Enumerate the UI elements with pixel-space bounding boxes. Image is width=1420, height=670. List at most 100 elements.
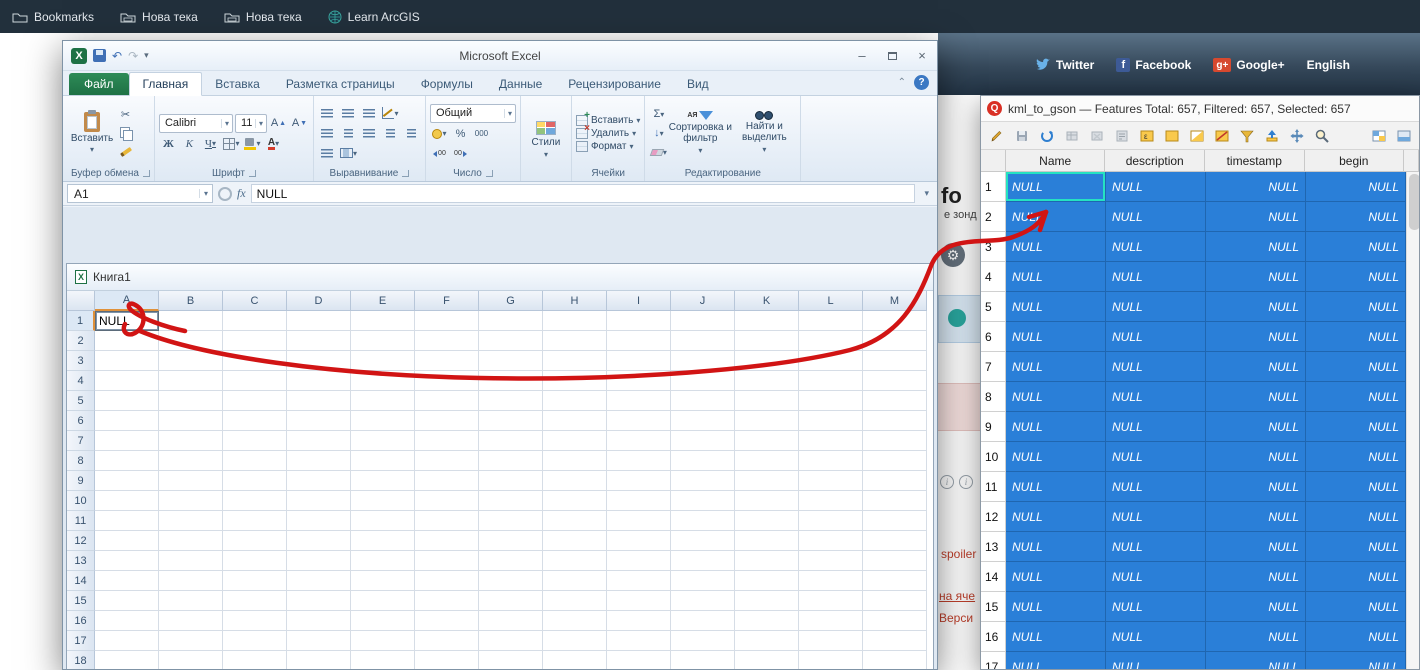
cell-K15[interactable] bbox=[735, 591, 799, 611]
cell-H7[interactable] bbox=[543, 431, 607, 451]
fill-color-button[interactable]: ▾ bbox=[243, 135, 262, 153]
cell-M5[interactable] bbox=[863, 391, 927, 411]
pan-to-selection-icon[interactable] bbox=[1285, 125, 1308, 147]
field-calculator-icon[interactable] bbox=[1110, 125, 1133, 147]
tab-Рецензирование[interactable]: Рецензирование bbox=[555, 73, 674, 95]
cell-G13[interactable] bbox=[479, 551, 543, 571]
format-painter-button[interactable] bbox=[116, 143, 135, 161]
cell-B1[interactable] bbox=[159, 311, 223, 331]
cell-E3[interactable] bbox=[351, 351, 415, 371]
cell-G3[interactable] bbox=[479, 351, 543, 371]
qgis-cell[interactable]: NULL bbox=[1006, 442, 1106, 472]
cell-D18[interactable] bbox=[287, 651, 351, 670]
cell-J16[interactable] bbox=[671, 611, 735, 631]
qgis-row-number-11[interactable]: 11 bbox=[981, 472, 1006, 502]
cell-M4[interactable] bbox=[863, 371, 927, 391]
qgis-cell[interactable]: NULL bbox=[1106, 532, 1206, 562]
qgis-cell[interactable]: NULL bbox=[1006, 322, 1106, 352]
tab-Вид[interactable]: Вид bbox=[674, 73, 722, 95]
qgis-cell[interactable]: NULL bbox=[1106, 352, 1206, 382]
cell-D14[interactable] bbox=[287, 571, 351, 591]
tab-Вставка[interactable]: Вставка bbox=[202, 73, 273, 95]
cell-I18[interactable] bbox=[607, 651, 671, 670]
cell-K3[interactable] bbox=[735, 351, 799, 371]
qgis-cell[interactable]: NULL bbox=[1106, 502, 1206, 532]
cell-E4[interactable] bbox=[351, 371, 415, 391]
cell-G6[interactable] bbox=[479, 411, 543, 431]
cell-B6[interactable] bbox=[159, 411, 223, 431]
qgis-cell[interactable]: NULL bbox=[1206, 292, 1306, 322]
cell-L14[interactable] bbox=[799, 571, 863, 591]
cell-L11[interactable] bbox=[799, 511, 863, 531]
spoiler-link[interactable]: spoiler bbox=[941, 547, 976, 561]
reload-icon[interactable] bbox=[1035, 125, 1058, 147]
cell-E1[interactable] bbox=[351, 311, 415, 331]
align-right-button[interactable] bbox=[360, 124, 379, 142]
cell-E2[interactable] bbox=[351, 331, 415, 351]
qgis-cell[interactable]: NULL bbox=[1206, 172, 1306, 202]
font-name-select[interactable]: Calibri▾ bbox=[159, 114, 233, 133]
cell-D16[interactable] bbox=[287, 611, 351, 631]
cell-F2[interactable] bbox=[415, 331, 479, 351]
qgis-cell[interactable]: NULL bbox=[1206, 262, 1306, 292]
page-link-fragment[interactable]: Верси bbox=[939, 611, 973, 625]
cell-K8[interactable] bbox=[735, 451, 799, 471]
cell-K13[interactable] bbox=[735, 551, 799, 571]
qgis-cell[interactable]: NULL bbox=[1006, 412, 1106, 442]
tab-Формулы[interactable]: Формулы bbox=[408, 73, 486, 95]
twitter-link[interactable]: Twitter bbox=[1035, 57, 1094, 73]
qgis-cell[interactable]: NULL bbox=[1306, 352, 1406, 382]
cell-F13[interactable] bbox=[415, 551, 479, 571]
cell-E10[interactable] bbox=[351, 491, 415, 511]
cell-I7[interactable] bbox=[607, 431, 671, 451]
qgis-cell[interactable]: NULL bbox=[1206, 232, 1306, 262]
cell-A6[interactable] bbox=[95, 411, 159, 431]
column-header-E[interactable]: E bbox=[351, 291, 415, 311]
qgis-column-header-timestamp[interactable]: timestamp bbox=[1205, 150, 1305, 172]
qgis-cell[interactable]: NULL bbox=[1306, 202, 1406, 232]
cell-L3[interactable] bbox=[799, 351, 863, 371]
qgis-cell[interactable]: NULL bbox=[1006, 622, 1106, 652]
bookmark-folder-nova-teka-1[interactable]: Нова тека bbox=[120, 10, 198, 24]
qgis-row-number-2[interactable]: 2 bbox=[981, 202, 1006, 232]
qgis-cell[interactable]: NULL bbox=[1006, 532, 1106, 562]
cell-I14[interactable] bbox=[607, 571, 671, 591]
cell-C10[interactable] bbox=[223, 491, 287, 511]
qgis-row-number-16[interactable]: 16 bbox=[981, 622, 1006, 652]
qgis-cell[interactable]: NULL bbox=[1006, 592, 1106, 622]
italic-button[interactable]: К bbox=[180, 135, 199, 153]
qgis-row-number-14[interactable]: 14 bbox=[981, 562, 1006, 592]
cell-C8[interactable] bbox=[223, 451, 287, 471]
scrollbar-thumb[interactable] bbox=[1409, 174, 1419, 230]
cell-G5[interactable] bbox=[479, 391, 543, 411]
zoom-to-selection-icon[interactable] bbox=[1310, 125, 1333, 147]
qgis-cell[interactable]: NULL bbox=[1006, 172, 1106, 202]
font-color-button[interactable]: А▾ bbox=[264, 135, 283, 153]
cell-H11[interactable] bbox=[543, 511, 607, 531]
qgis-cell[interactable]: NULL bbox=[1206, 442, 1306, 472]
cell-C15[interactable] bbox=[223, 591, 287, 611]
column-header-I[interactable]: I bbox=[607, 291, 671, 311]
cell-K18[interactable] bbox=[735, 651, 799, 670]
cell-A14[interactable] bbox=[95, 571, 159, 591]
cell-J3[interactable] bbox=[671, 351, 735, 371]
qgis-cell[interactable]: NULL bbox=[1106, 382, 1206, 412]
align-middle-button[interactable] bbox=[339, 104, 358, 122]
row-header-16[interactable]: 16 bbox=[67, 611, 95, 631]
fx-label[interactable]: fx bbox=[237, 186, 246, 201]
column-header-D[interactable]: D bbox=[287, 291, 351, 311]
decrease-indent-button[interactable] bbox=[381, 124, 400, 142]
cell-I15[interactable] bbox=[607, 591, 671, 611]
qgis-cell[interactable]: NULL bbox=[1306, 442, 1406, 472]
cell-C16[interactable] bbox=[223, 611, 287, 631]
cell-E17[interactable] bbox=[351, 631, 415, 651]
qgis-cell[interactable]: NULL bbox=[1106, 292, 1206, 322]
cell-E8[interactable] bbox=[351, 451, 415, 471]
cell-F10[interactable] bbox=[415, 491, 479, 511]
qgis-cell[interactable]: NULL bbox=[1006, 472, 1106, 502]
qgis-cell[interactable]: NULL bbox=[1006, 232, 1106, 262]
cell-G11[interactable] bbox=[479, 511, 543, 531]
cell-E6[interactable] bbox=[351, 411, 415, 431]
cell-F11[interactable] bbox=[415, 511, 479, 531]
qgis-cell[interactable]: NULL bbox=[1306, 622, 1406, 652]
